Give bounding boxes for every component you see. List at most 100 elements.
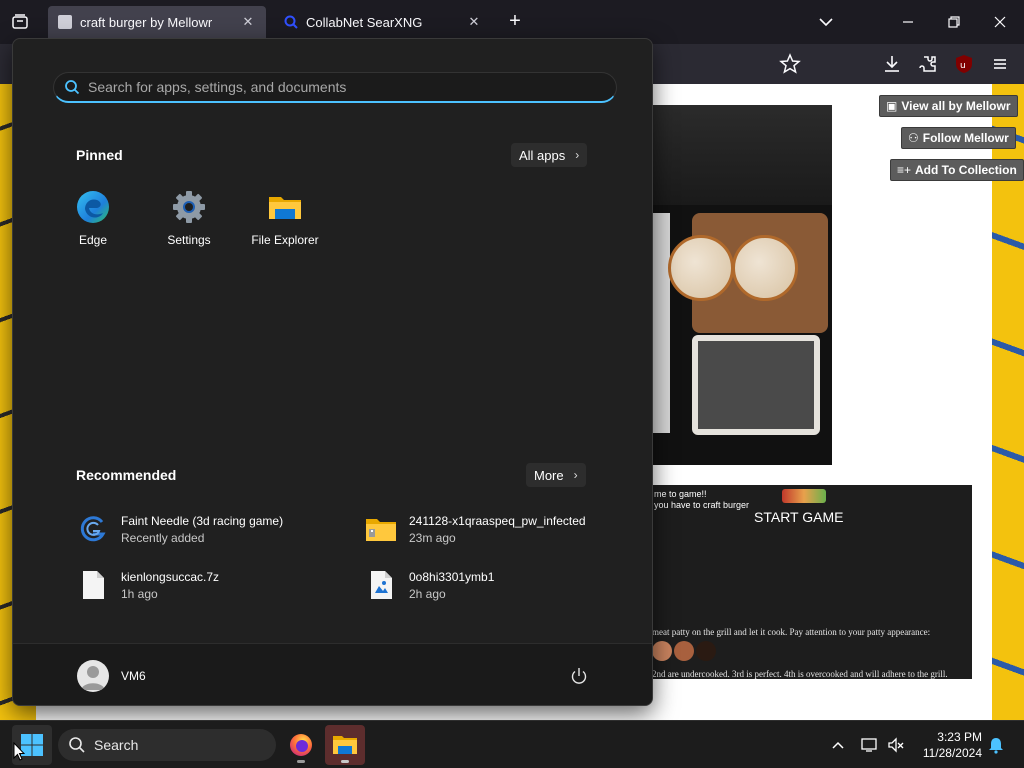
chevron-right-icon: ›	[575, 148, 580, 162]
taskbar-file-explorer[interactable]	[325, 725, 365, 765]
start-search-box[interactable]	[53, 72, 617, 103]
pinned-app-label: Settings	[167, 233, 211, 247]
gallery-icon: ▣	[886, 99, 898, 113]
new-tab-button[interactable]: +	[504, 11, 526, 33]
instruction-text: meat patty on the grill and let it cook.…	[652, 627, 931, 637]
recommended-item[interactable]: Faint Needle (3d racing game) Recently a…	[77, 509, 283, 549]
clock-date: 11/28/2024	[922, 746, 982, 760]
pinned-app-label: File Explorer	[251, 233, 319, 247]
folder-icon	[269, 197, 301, 219]
image-file-icon	[365, 569, 397, 601]
pinned-app-file-explorer[interactable]: File Explorer	[243, 189, 327, 247]
start-menu: Pinned All apps › Edge	[12, 38, 653, 706]
taskbar-search[interactable]: Search	[58, 729, 276, 761]
close-window-icon[interactable]	[988, 10, 1012, 34]
minimize-icon[interactable]	[896, 10, 920, 34]
game-app-icon	[77, 513, 109, 545]
chevron-up-icon[interactable]	[828, 735, 848, 755]
add-user-icon: ⚇	[908, 131, 919, 145]
game-header-dark	[652, 105, 832, 205]
recommended-item[interactable]: 0o8hi3301ymb1 2h ago	[365, 565, 494, 605]
follow-button[interactable]: ⚇ Follow Mellowr	[901, 127, 1016, 149]
chevron-down-icon[interactable]	[814, 10, 838, 34]
user-name[interactable]: VM6	[121, 669, 146, 683]
file-icon	[77, 569, 109, 601]
recommended-item-name: 0o8hi3301ymb1	[409, 569, 495, 584]
user-avatar[interactable]	[77, 660, 109, 692]
start-menu-footer: VM6	[13, 643, 652, 705]
bun-image	[668, 235, 734, 301]
recommended-item[interactable]: kienlongsuccac.7z 1h ago	[77, 565, 219, 605]
mouse-cursor-icon	[13, 742, 25, 761]
ublock-shield-icon[interactable]: u	[952, 52, 976, 76]
all-apps-label: All apps	[519, 147, 566, 163]
recommended-item-name: 241128-x1qraaspeq_pw_infected	[409, 513, 586, 528]
add-collection-button[interactable]: ≡+ Add To Collection	[890, 159, 1024, 181]
searxng-favicon-icon	[284, 15, 298, 29]
extensions-puzzle-icon[interactable]	[916, 52, 940, 76]
tab-searxng[interactable]: CollabNet SearXNG ✕	[274, 6, 492, 38]
recommended-item[interactable]: 241128-x1qraaspeq_pw_infected 23m ago	[365, 509, 586, 549]
playlist-add-icon: ≡+	[897, 163, 912, 177]
recommended-heading: Recommended	[76, 467, 177, 483]
tab-title: craft burger by Mellowr	[80, 14, 213, 30]
notification-bell-icon[interactable]	[986, 735, 1006, 755]
settings-gear-icon	[173, 191, 205, 223]
firefox-icon	[290, 734, 312, 756]
welcome-line: you have to craft burger	[654, 500, 750, 510]
svg-text:u: u	[960, 61, 966, 71]
grill-image	[692, 335, 820, 435]
network-icon[interactable]	[860, 735, 880, 755]
view-all-button[interactable]: ▣ View all by Mellowr	[879, 95, 1018, 117]
add-collection-label: Add To Collection	[915, 163, 1017, 177]
recommended-item-time: Recently added	[121, 530, 205, 545]
more-button[interactable]: More ›	[526, 463, 586, 487]
taskbar: Search 3:23 PM 11/28/2024	[0, 720, 1024, 768]
recommended-item-name: kienlongsuccac.7z	[121, 569, 220, 584]
start-game-button[interactable]: START GAME	[754, 509, 843, 525]
all-apps-button[interactable]: All apps ›	[511, 143, 588, 167]
patty-undercooked	[674, 641, 694, 661]
instruction-text: 2nd are undercooked. 3rd is perfect. 4th…	[652, 669, 948, 679]
close-tab-icon[interactable]: ✕	[466, 14, 482, 30]
patty-overcooked	[696, 641, 716, 661]
tab-list-icon[interactable]	[8, 10, 32, 34]
power-icon[interactable]	[569, 666, 589, 686]
close-tab-icon[interactable]: ✕	[240, 14, 256, 30]
pinned-heading: Pinned	[76, 147, 123, 163]
user-silhouette-icon	[81, 666, 105, 690]
view-all-label: View all by Mellowr	[901, 99, 1011, 113]
pinned-app-settings[interactable]: Settings	[147, 189, 231, 247]
game-logo	[782, 489, 826, 503]
recommended-item-name: Faint Needle (3d racing game)	[121, 513, 284, 528]
more-label: More	[534, 467, 564, 483]
follow-label: Follow Mellowr	[922, 131, 1009, 145]
game-screenshot	[652, 105, 832, 465]
game-side-panel	[652, 213, 670, 433]
download-icon[interactable]	[880, 52, 904, 76]
volume-muted-icon[interactable]	[886, 735, 906, 755]
recommended-item-time: 23m ago	[409, 530, 456, 545]
taskbar-search-label: Search	[94, 737, 139, 753]
zip-folder-icon	[365, 513, 397, 545]
search-icon	[69, 737, 85, 753]
game-canvas[interactable]: me to game!! you have to craft burger ST…	[652, 485, 972, 679]
taskbar-firefox[interactable]	[281, 725, 321, 765]
pinned-app-edge[interactable]: Edge	[51, 189, 135, 247]
tab-title: CollabNet SearXNG	[306, 14, 423, 30]
tab-craft-burger[interactable]: craft burger by Mellowr ✕	[48, 6, 266, 38]
welcome-text: me to game!! you have to craft burger	[654, 489, 749, 511]
recommended-item-time: 2h ago	[409, 586, 446, 601]
hamburger-menu-icon[interactable]	[988, 52, 1012, 76]
recommended-item-time: 1h ago	[121, 586, 158, 601]
running-indicator	[297, 760, 305, 763]
start-search-input[interactable]	[88, 79, 616, 95]
bun-image	[732, 235, 798, 301]
patty-raw	[652, 641, 672, 661]
clock[interactable]: 3:23 PM 11/28/2024	[916, 729, 982, 761]
edge-icon	[77, 191, 109, 223]
clock-time: 3:23 PM	[937, 730, 982, 744]
bookmark-star-icon[interactable]	[778, 52, 802, 76]
restore-icon[interactable]	[942, 10, 966, 34]
folder-icon	[333, 736, 357, 754]
